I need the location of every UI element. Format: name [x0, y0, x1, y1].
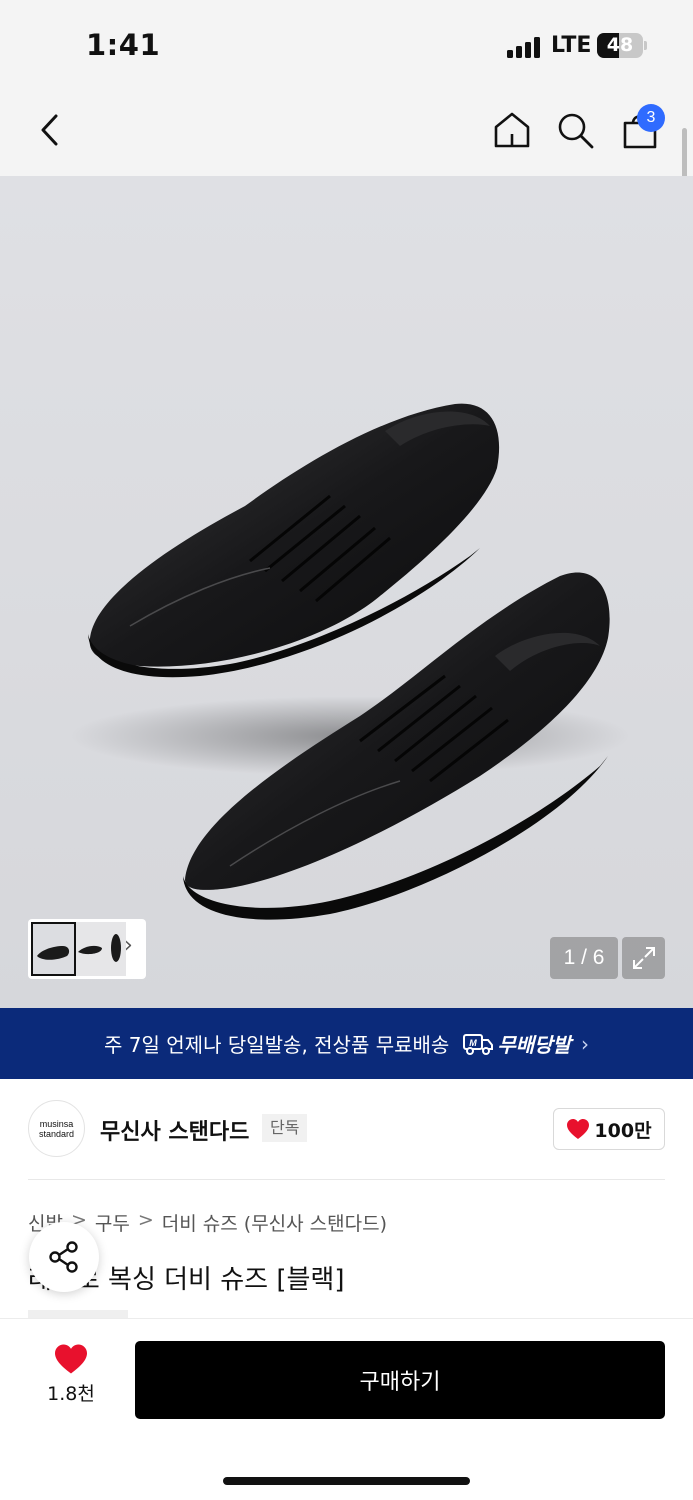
promo-arrow-icon: ›: [580, 1031, 589, 1056]
brand-like-count: 100만: [594, 1119, 652, 1142]
free-delivery-badge: M 무배당발: [463, 1029, 571, 1058]
heart-icon: [55, 1344, 87, 1374]
share-button[interactable]: [29, 1222, 99, 1292]
search-icon: [558, 113, 594, 149]
brand-name-link[interactable]: 무신사 스탠다드: [100, 1114, 249, 1146]
wishlist-count: 1.8천: [47, 1383, 95, 1405]
brand-row: musinsa standard 무신사 스탠다드 단독 100만: [0, 1079, 693, 1179]
breadcrumb-separator-icon: >: [137, 1209, 154, 1231]
signal-strength-icon: [507, 36, 543, 58]
heart-icon: [567, 1119, 590, 1139]
thumbnail-strip[interactable]: ›: [28, 919, 146, 979]
expand-image-button[interactable]: [622, 937, 665, 979]
battery-level: 48: [606, 34, 634, 56]
battery-cap: [644, 41, 647, 50]
bottom-action-bar: 1.8천 구매하기: [0, 1318, 693, 1500]
status-bar: 1:41 LTE 48: [0, 0, 693, 90]
promo-text: 주 7일 언제나 당일발송, 전상품 무료배송: [104, 1033, 450, 1057]
thumbnail-1[interactable]: [31, 922, 76, 976]
delivery-promo-banner[interactable]: 주 7일 언제나 당일발송, 전상품 무료배송 M 무배당발 ›: [0, 1008, 693, 1079]
image-page-indicator: 1 / 6: [550, 937, 618, 979]
expand-icon: [632, 947, 655, 969]
status-time: 1:41: [86, 28, 161, 62]
home-icon: [494, 112, 530, 148]
product-photo: [70, 403, 630, 920]
thumbnail-next-icon[interactable]: ›: [124, 933, 133, 958]
home-indicator[interactable]: [223, 1477, 470, 1485]
brand-logo-line2: standard: [38, 1128, 75, 1139]
svg-text:M: M: [470, 1038, 478, 1048]
breadcrumb-item-derby-shoes[interactable]: 더비 슈즈 (무신사 스탠다드): [162, 1209, 387, 1236]
cart-count-badge: 3: [637, 104, 665, 132]
wishlist-button[interactable]: 1.8천: [28, 1343, 114, 1419]
thumbnail-image-2: [78, 934, 121, 962]
product-image-gallery[interactable]: › 1 / 6: [0, 176, 693, 1008]
section-divider: [28, 1179, 665, 1180]
brand-like-button[interactable]: 100만: [553, 1108, 665, 1150]
share-icon: [49, 1241, 78, 1273]
free-delivery-label: 무배당발: [497, 1033, 571, 1057]
home-button[interactable]: [490, 108, 534, 152]
network-type: LTE: [551, 33, 592, 58]
chevron-left-icon: [41, 114, 58, 146]
search-button[interactable]: [553, 108, 597, 152]
thumbnail-image-1: [37, 946, 70, 960]
delivery-truck-icon: M: [463, 1033, 494, 1055]
thumbnail-2[interactable]: [76, 922, 126, 976]
buy-button[interactable]: 구매하기: [135, 1341, 665, 1419]
brand-logo-line1: musinsa: [39, 1118, 74, 1129]
battery-icon: 48: [597, 33, 643, 58]
exclusive-tag: 단독: [262, 1114, 308, 1142]
top-nav-bar: [0, 90, 693, 176]
back-button[interactable]: [28, 108, 72, 152]
brand-logo[interactable]: musinsa standard: [28, 1100, 85, 1157]
breadcrumb-item-dress-shoes[interactable]: 구두: [95, 1209, 130, 1236]
